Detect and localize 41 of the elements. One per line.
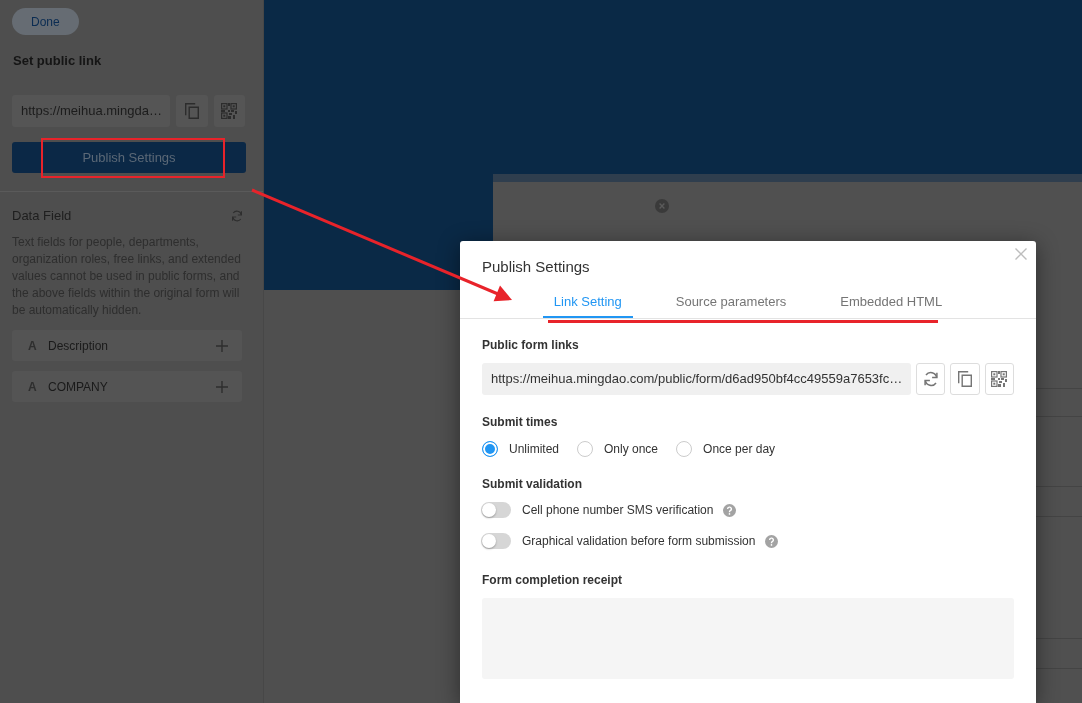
help-icon[interactable] <box>765 534 779 548</box>
section-label: Form completion receipt <box>482 572 624 588</box>
copy-button[interactable] <box>950 363 980 395</box>
copy-icon <box>958 371 973 387</box>
field-label: COMPANY <box>48 379 109 394</box>
refresh-icon[interactable] <box>231 210 243 222</box>
radio-label[interactable]: Only once <box>604 441 659 457</box>
qr-code-icon <box>991 371 1008 387</box>
tab[interactable]: Link Setting <box>542 284 633 318</box>
dialog-title: Publish Settings <box>482 258 591 276</box>
qr-code-icon <box>221 103 238 119</box>
help-icon[interactable] <box>723 503 737 517</box>
done-button[interactable]: Done <box>12 8 79 35</box>
radio-label[interactable]: Unlimited <box>509 441 559 457</box>
toggle-switch[interactable] <box>481 533 511 549</box>
radio-button[interactable] <box>482 441 498 457</box>
toggle-label: Graphical validation before form submission <box>522 533 756 549</box>
link-field[interactable]: https://meihua.mingdao.com/public/form/d6ad950bf4cc49559a7653fc… <box>482 363 912 395</box>
radio-button[interactable] <box>676 441 693 457</box>
section-title: Set public link <box>13 53 103 69</box>
toggle-label: Cell phone number SMS verification <box>522 502 714 518</box>
copy-icon <box>184 103 199 119</box>
toggle-switch[interactable] <box>481 502 511 518</box>
section-label: Submit validation <box>482 476 583 492</box>
plus-icon[interactable] <box>216 380 228 393</box>
close-icon[interactable] <box>1015 248 1027 260</box>
tab[interactable]: Embedded HTML <box>829 284 954 318</box>
qr-code-button[interactable] <box>984 363 1014 395</box>
qr-code-button[interactable] <box>213 95 245 127</box>
tab[interactable]: Source parameters <box>664 284 798 318</box>
radio-button[interactable] <box>577 441 593 457</box>
field-label: Description <box>48 338 110 353</box>
publish-settings-button[interactable]: Publish Settings <box>12 142 246 173</box>
refresh-icon <box>922 371 939 387</box>
plus-icon[interactable] <box>216 339 228 352</box>
section-label: Public form links <box>482 337 580 353</box>
refresh-button[interactable] <box>916 363 946 395</box>
radio-label[interactable]: Once per day <box>703 441 776 457</box>
section-label: Submit times <box>482 414 559 430</box>
close-icon[interactable] <box>655 199 669 213</box>
copy-button[interactable] <box>176 95 208 127</box>
